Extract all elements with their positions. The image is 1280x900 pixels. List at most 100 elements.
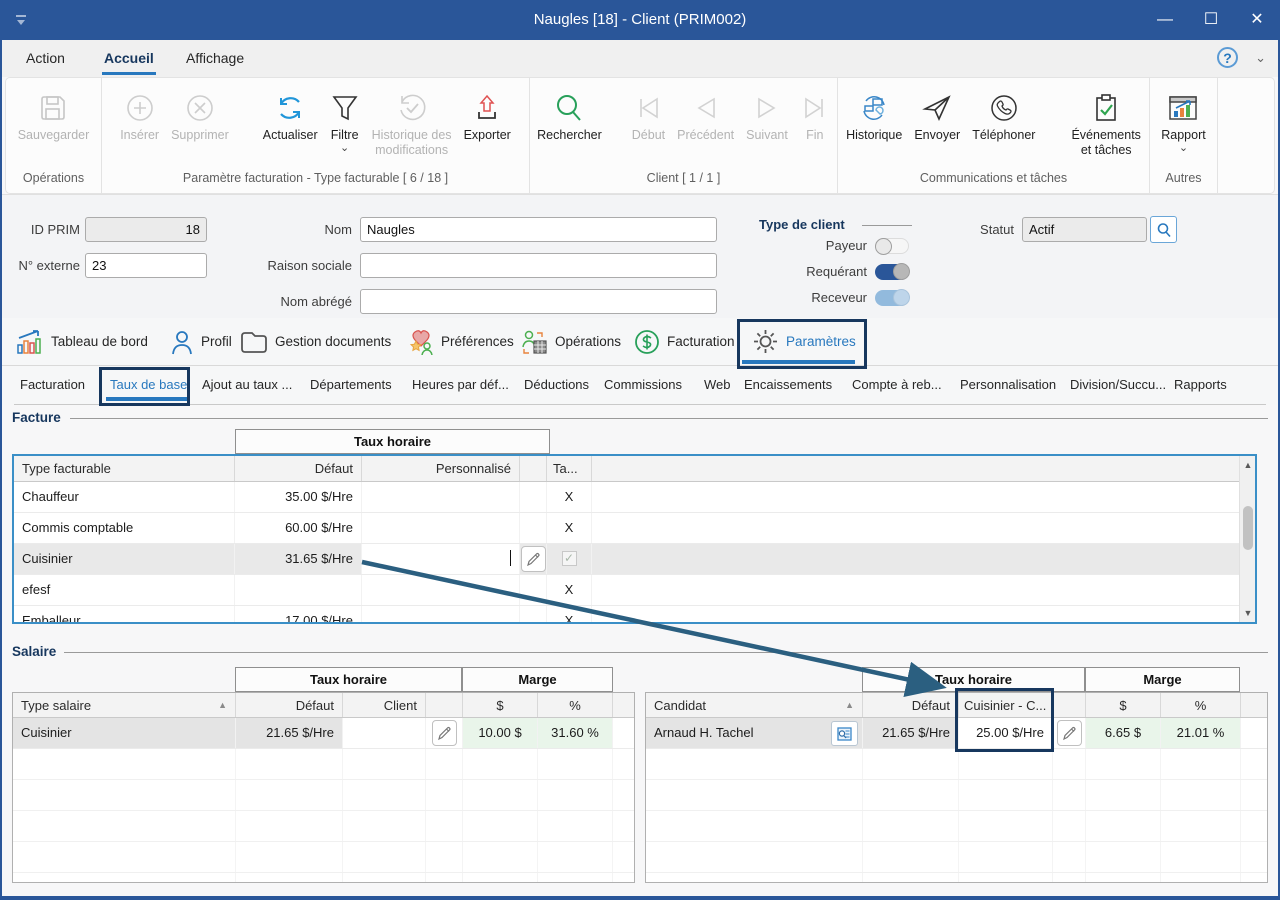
col-type-salaire[interactable]: Type salaire▲ (13, 693, 236, 717)
tab-facturation[interactable]: Facturation (634, 318, 735, 365)
edit-rate-button[interactable] (1057, 720, 1082, 746)
candidate-file-button[interactable] (831, 721, 858, 746)
table-row-selected[interactable]: Cuisinier 21.65 $/Hre 10.00 $ 31.60 % (13, 718, 634, 749)
edit-rate-button[interactable] (521, 546, 546, 572)
payeur-toggle[interactable] (875, 238, 909, 254)
col-defaut[interactable]: Défaut (863, 693, 959, 717)
col-dollar[interactable]: $ (1086, 693, 1161, 717)
send-button[interactable]: Envoyer (909, 84, 965, 143)
col-personnalise[interactable]: Personnalisé (362, 456, 520, 481)
subtab-departements[interactable]: Départements (310, 366, 392, 404)
tab-preferences[interactable]: Préférences (406, 318, 514, 365)
custom-rate-cell[interactable]: 25.00 $/Hre (959, 718, 1053, 748)
ribbon-tab-affichage[interactable]: Affichage (182, 40, 248, 77)
facture-group-header-taux-horaire: Taux horaire (235, 429, 550, 454)
tab-gestion-documents[interactable]: Gestion documents (240, 318, 391, 365)
pencil-icon (526, 552, 541, 567)
col-cuisinier-custom[interactable]: Cuisinier - C... (959, 693, 1053, 717)
text-caret (510, 550, 511, 566)
col-dollar[interactable]: $ (463, 693, 538, 717)
export-button[interactable]: Exporter (459, 84, 516, 143)
nom-abrege-field[interactable] (360, 289, 717, 314)
ribbon-collapse-chevron-icon[interactable]: ⌄ (1255, 50, 1266, 66)
close-button[interactable]: ✕ (1234, 0, 1280, 40)
table-row[interactable]: Commis comptable 60.00 $/Hre X (14, 513, 1255, 544)
previous-record-button[interactable]: Précédent (672, 84, 739, 143)
type-client-group-line (862, 225, 912, 226)
tab-parametres[interactable]: Paramètres (752, 318, 856, 365)
col-client[interactable]: Client (343, 693, 426, 717)
personnalise-edit-cell[interactable] (362, 544, 520, 574)
next-record-button[interactable]: Suivant (741, 84, 793, 143)
subtab-ajout-au-taux[interactable]: Ajout au taux ... (202, 366, 292, 404)
facture-scrollbar[interactable]: ▲ ▼ (1239, 456, 1255, 622)
facture-section-line (70, 418, 1268, 419)
table-row[interactable]: Emballeur 17.00 $/Hre X (14, 606, 1255, 624)
table-row[interactable]: Chauffeur 35.00 $/Hre X (14, 482, 1255, 513)
phone-button[interactable]: Téléphoner (967, 84, 1040, 143)
col-edit (426, 693, 463, 717)
col-pct[interactable]: % (538, 693, 613, 717)
maximize-button[interactable]: ☐ (1188, 0, 1234, 40)
receveur-toggle[interactable] (875, 290, 909, 306)
scroll-down-icon[interactable]: ▼ (1240, 605, 1256, 621)
no-externe-field[interactable]: 23 (85, 253, 207, 278)
group-label-autres: Autres (1150, 167, 1217, 193)
save-button[interactable]: Sauvegarder (13, 84, 95, 143)
marge-dollar-cell: 10.00 $ (463, 718, 538, 748)
tab-operations[interactable]: Opérations (520, 318, 621, 365)
requerant-toggle[interactable] (875, 264, 909, 280)
subtab-deductions[interactable]: Déductions (524, 366, 589, 404)
subtab-heures-par-defaut[interactable]: Heures par déf... (412, 366, 509, 404)
history-modifications-button[interactable]: Historique des modifications (367, 84, 457, 158)
statut-field: Actif (1022, 217, 1147, 242)
subtab-rapports[interactable]: Rapports (1174, 366, 1227, 404)
comm-history-button[interactable]: Historique (841, 84, 907, 143)
subtab-facturation[interactable]: Facturation (20, 366, 85, 404)
table-row-selected[interactable]: Arnaud H. Tachel 21.65 $/Hre 25.00 $/Hre… (646, 718, 1267, 749)
filter-icon (330, 88, 360, 128)
minimize-button[interactable]: — (1142, 0, 1188, 40)
subtab-division-succursale[interactable]: Division/Succu... (1070, 366, 1166, 404)
ribbon-tab-accueil[interactable]: Accueil (100, 40, 158, 77)
delete-button[interactable]: Supprimer (166, 84, 234, 143)
taxable-checkbox[interactable]: ✓ (562, 551, 577, 566)
subtab-personnalisation[interactable]: Personnalisation (960, 366, 1056, 404)
subtab-compte-a-rebours[interactable]: Compte à reb... (852, 366, 942, 404)
col-defaut[interactable]: Défaut (236, 693, 343, 717)
subtab-encaissements[interactable]: Encaissements (744, 366, 832, 404)
refresh-button[interactable]: Actualiser (258, 84, 323, 143)
insert-button[interactable]: Insérer (115, 84, 164, 143)
scrollbar-thumb[interactable] (1243, 506, 1253, 550)
tab-tableau-de-bord[interactable]: Tableau de bord (16, 318, 148, 365)
table-row-selected[interactable]: Cuisinier 31.65 $/Hre ✓ (14, 544, 1255, 575)
col-pct[interactable]: % (1161, 693, 1241, 717)
subtab-web[interactable]: Web (704, 366, 731, 404)
raison-sociale-field[interactable] (360, 253, 717, 278)
ribbon-tab-action[interactable]: Action (22, 40, 69, 77)
last-record-button[interactable]: Fin (795, 84, 835, 143)
tab-profil[interactable]: Profil (170, 318, 232, 365)
help-icon[interactable]: ? (1217, 47, 1238, 68)
events-tasks-button[interactable]: Événements et tâches (1066, 84, 1145, 158)
nom-field[interactable]: Naugles (360, 217, 717, 242)
salaire-right-group-taux: Taux horaire (862, 667, 1085, 692)
col-taxable[interactable]: Ta... (547, 456, 592, 481)
client-rate-cell[interactable] (343, 718, 426, 748)
subtab-commissions[interactable]: Commissions (604, 366, 682, 404)
toolbar-group-autres: Rapport ⌄ Autres (1150, 78, 1218, 193)
col-defaut[interactable]: Défaut (235, 456, 362, 481)
first-record-button[interactable]: Début (627, 84, 670, 143)
col-type-facturable[interactable]: Type facturable (14, 456, 235, 481)
report-button[interactable]: Rapport ⌄ (1156, 84, 1210, 153)
table-row[interactable]: efesf X (14, 575, 1255, 606)
edit-rate-button[interactable] (432, 720, 457, 746)
filter-button[interactable]: Filtre ⌄ (325, 84, 365, 153)
nom-abrege-label: Nom abrégé (222, 289, 352, 314)
scroll-up-icon[interactable]: ▲ (1240, 457, 1256, 473)
col-candidat[interactable]: Candidat▲ (646, 693, 863, 717)
folder-icon (240, 330, 268, 354)
search-record-button[interactable]: Rechercher (532, 84, 607, 143)
statut-search-button[interactable] (1150, 216, 1177, 243)
window-title: Naugles [18] - Client (PRIM002) (0, 0, 1280, 40)
